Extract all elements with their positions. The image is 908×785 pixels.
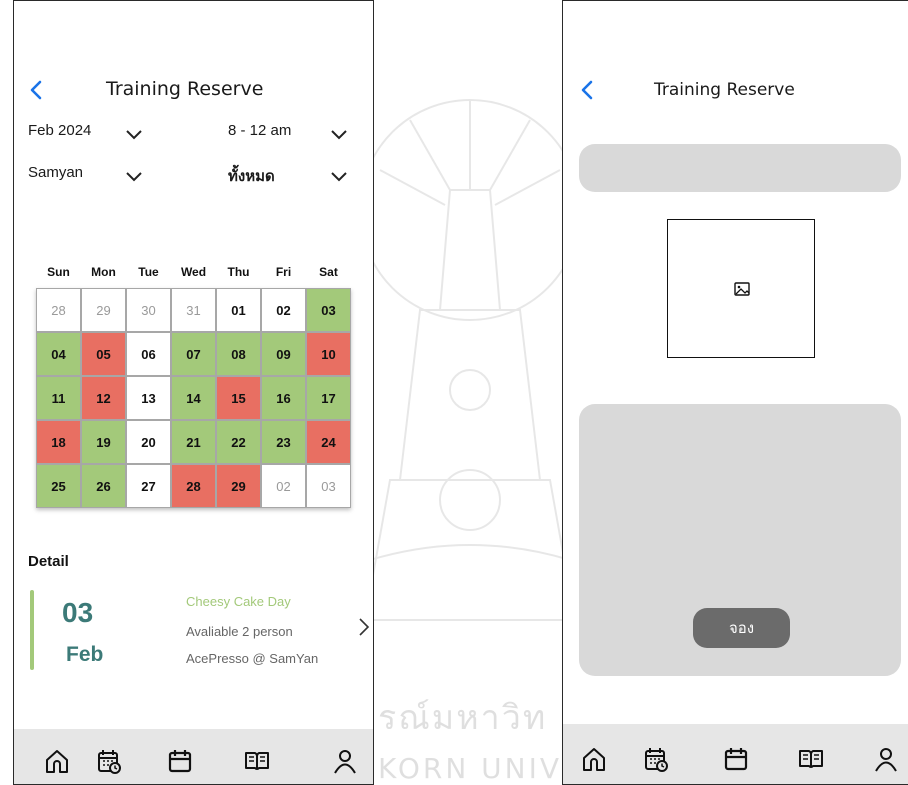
calendar-day-cell[interactable]: 21 bbox=[171, 420, 216, 464]
month-chevron-down-icon[interactable] bbox=[125, 129, 143, 141]
calendar-day-cell[interactable]: 19 bbox=[81, 420, 126, 464]
weekday-label: Sun bbox=[47, 265, 70, 279]
calendar-day-cell[interactable]: 02 bbox=[261, 288, 306, 332]
calendar-day-cell[interactable]: 20 bbox=[126, 420, 171, 464]
back-chevron-icon[interactable] bbox=[26, 77, 46, 103]
calendar-day-cell[interactable]: 06 bbox=[126, 332, 171, 376]
chevron-right-icon[interactable] bbox=[358, 617, 370, 637]
calendar-day-cell[interactable]: 31 bbox=[171, 288, 216, 332]
calendar-day-cell[interactable]: 22 bbox=[216, 420, 261, 464]
weekday-label: Sat bbox=[319, 265, 338, 279]
detail-heading: Detail bbox=[28, 553, 69, 570]
profile-icon[interactable] bbox=[332, 748, 358, 774]
detail-accent-bar bbox=[30, 590, 34, 670]
branch-chevron-down-icon[interactable] bbox=[125, 171, 143, 183]
calendar-day-cell[interactable]: 10 bbox=[306, 332, 351, 376]
calendar-day-cell[interactable]: 11 bbox=[36, 376, 81, 420]
calendar-clock-icon[interactable] bbox=[643, 746, 669, 772]
calendar-day-cell[interactable]: 28 bbox=[171, 464, 216, 508]
calendar-day-cell[interactable]: 05 bbox=[81, 332, 126, 376]
branch-filter-label[interactable]: Samyan bbox=[28, 164, 83, 181]
book-icon[interactable] bbox=[798, 746, 824, 772]
calendar-day-cell[interactable]: 13 bbox=[126, 376, 171, 420]
weekday-label: Tue bbox=[138, 265, 159, 279]
detail-month: Feb bbox=[66, 643, 104, 666]
calendar-screen: Training Reserve Feb 2024 8 - 12 am Samy… bbox=[13, 0, 374, 785]
calendar-day-cell[interactable]: 01 bbox=[216, 288, 261, 332]
calendar-day-cell[interactable]: 12 bbox=[81, 376, 126, 420]
calendar-day-cell[interactable]: 15 bbox=[216, 376, 261, 420]
image-placeholder bbox=[667, 219, 815, 358]
calendar-day-cell[interactable]: 02 bbox=[261, 464, 306, 508]
calendar-day-cell[interactable]: 27 bbox=[126, 464, 171, 508]
calendar-day-cell[interactable]: 26 bbox=[81, 464, 126, 508]
page-title: Training Reserve bbox=[106, 78, 264, 100]
watermark-text-latin: KORN UNIV bbox=[378, 752, 563, 785]
month-filter-label[interactable]: Feb 2024 bbox=[28, 122, 91, 139]
calendar-day-cell[interactable]: 24 bbox=[306, 420, 351, 464]
calendar-day-cell[interactable]: 25 bbox=[36, 464, 81, 508]
university-seal-watermark bbox=[359, 99, 581, 621]
calendar-day-cell[interactable]: 30 bbox=[126, 288, 171, 332]
profile-icon[interactable] bbox=[873, 746, 899, 772]
calendar-day-cell[interactable]: 17 bbox=[306, 376, 351, 420]
back-chevron-icon[interactable] bbox=[577, 77, 597, 103]
time-filter-label[interactable]: 8 - 12 am bbox=[228, 122, 291, 139]
calendar-day-cell[interactable]: 14 bbox=[171, 376, 216, 420]
calendar-day-cell[interactable]: 09 bbox=[261, 332, 306, 376]
calendar-day-cell[interactable]: 29 bbox=[216, 464, 261, 508]
calendar-icon[interactable] bbox=[167, 748, 193, 774]
home-icon[interactable] bbox=[581, 746, 607, 772]
calendar-icon[interactable] bbox=[723, 746, 749, 772]
calendar-day-cell[interactable]: 23 bbox=[261, 420, 306, 464]
detail-day: 03 bbox=[62, 597, 94, 628]
book-icon[interactable] bbox=[244, 748, 270, 774]
header: Training Reserve bbox=[563, 77, 908, 103]
detail-event-name: Cheesy Cake Day bbox=[186, 594, 291, 609]
calendar-day-cell[interactable]: 07 bbox=[171, 332, 216, 376]
weekday-label: Mon bbox=[91, 265, 116, 279]
calendar-day-cell[interactable]: 03 bbox=[306, 464, 351, 508]
image-icon bbox=[734, 282, 750, 296]
bottom-nav bbox=[14, 729, 373, 784]
weekday-label: Fri bbox=[275, 265, 292, 279]
header: Training Reserve bbox=[14, 77, 373, 103]
time-chevron-down-icon[interactable] bbox=[330, 129, 348, 141]
home-icon[interactable] bbox=[44, 748, 70, 774]
weekday-label: Thu bbox=[227, 265, 250, 279]
bottom-nav bbox=[563, 724, 908, 784]
calendar-day-cell[interactable]: 18 bbox=[36, 420, 81, 464]
detail-location: AcePresso @ SamYan bbox=[186, 651, 319, 666]
calendar-day-cell[interactable]: 03 bbox=[306, 288, 351, 332]
page-title: Training Reserve bbox=[654, 80, 795, 100]
detail-availability: Avaliable 2 person bbox=[186, 624, 293, 639]
reserve-screen: Training Reserve จอง bbox=[562, 0, 908, 785]
calendar-day-cell[interactable]: 29 bbox=[81, 288, 126, 332]
book-button[interactable]: จอง bbox=[693, 608, 790, 648]
calendar-day-cell[interactable]: 28 bbox=[36, 288, 81, 332]
calendar-grid: 28 29 30 31 01 02 03 04 05 06 07 08 09 10 11 12 13 14 15 16… bbox=[36, 288, 351, 508]
calendar-day-cell[interactable]: 08 bbox=[216, 332, 261, 376]
category-filter-label[interactable]: ทั้งหมด bbox=[228, 164, 275, 188]
title-placeholder bbox=[579, 144, 901, 192]
calendar-day-cell[interactable]: 04 bbox=[36, 332, 81, 376]
calendar-day-cell[interactable]: 16 bbox=[261, 376, 306, 420]
category-chevron-down-icon[interactable] bbox=[330, 171, 348, 183]
watermark-text-thai: รณ์มหาวิท bbox=[378, 698, 548, 738]
weekday-label: Wed bbox=[180, 265, 207, 279]
calendar-clock-icon[interactable] bbox=[96, 748, 122, 774]
